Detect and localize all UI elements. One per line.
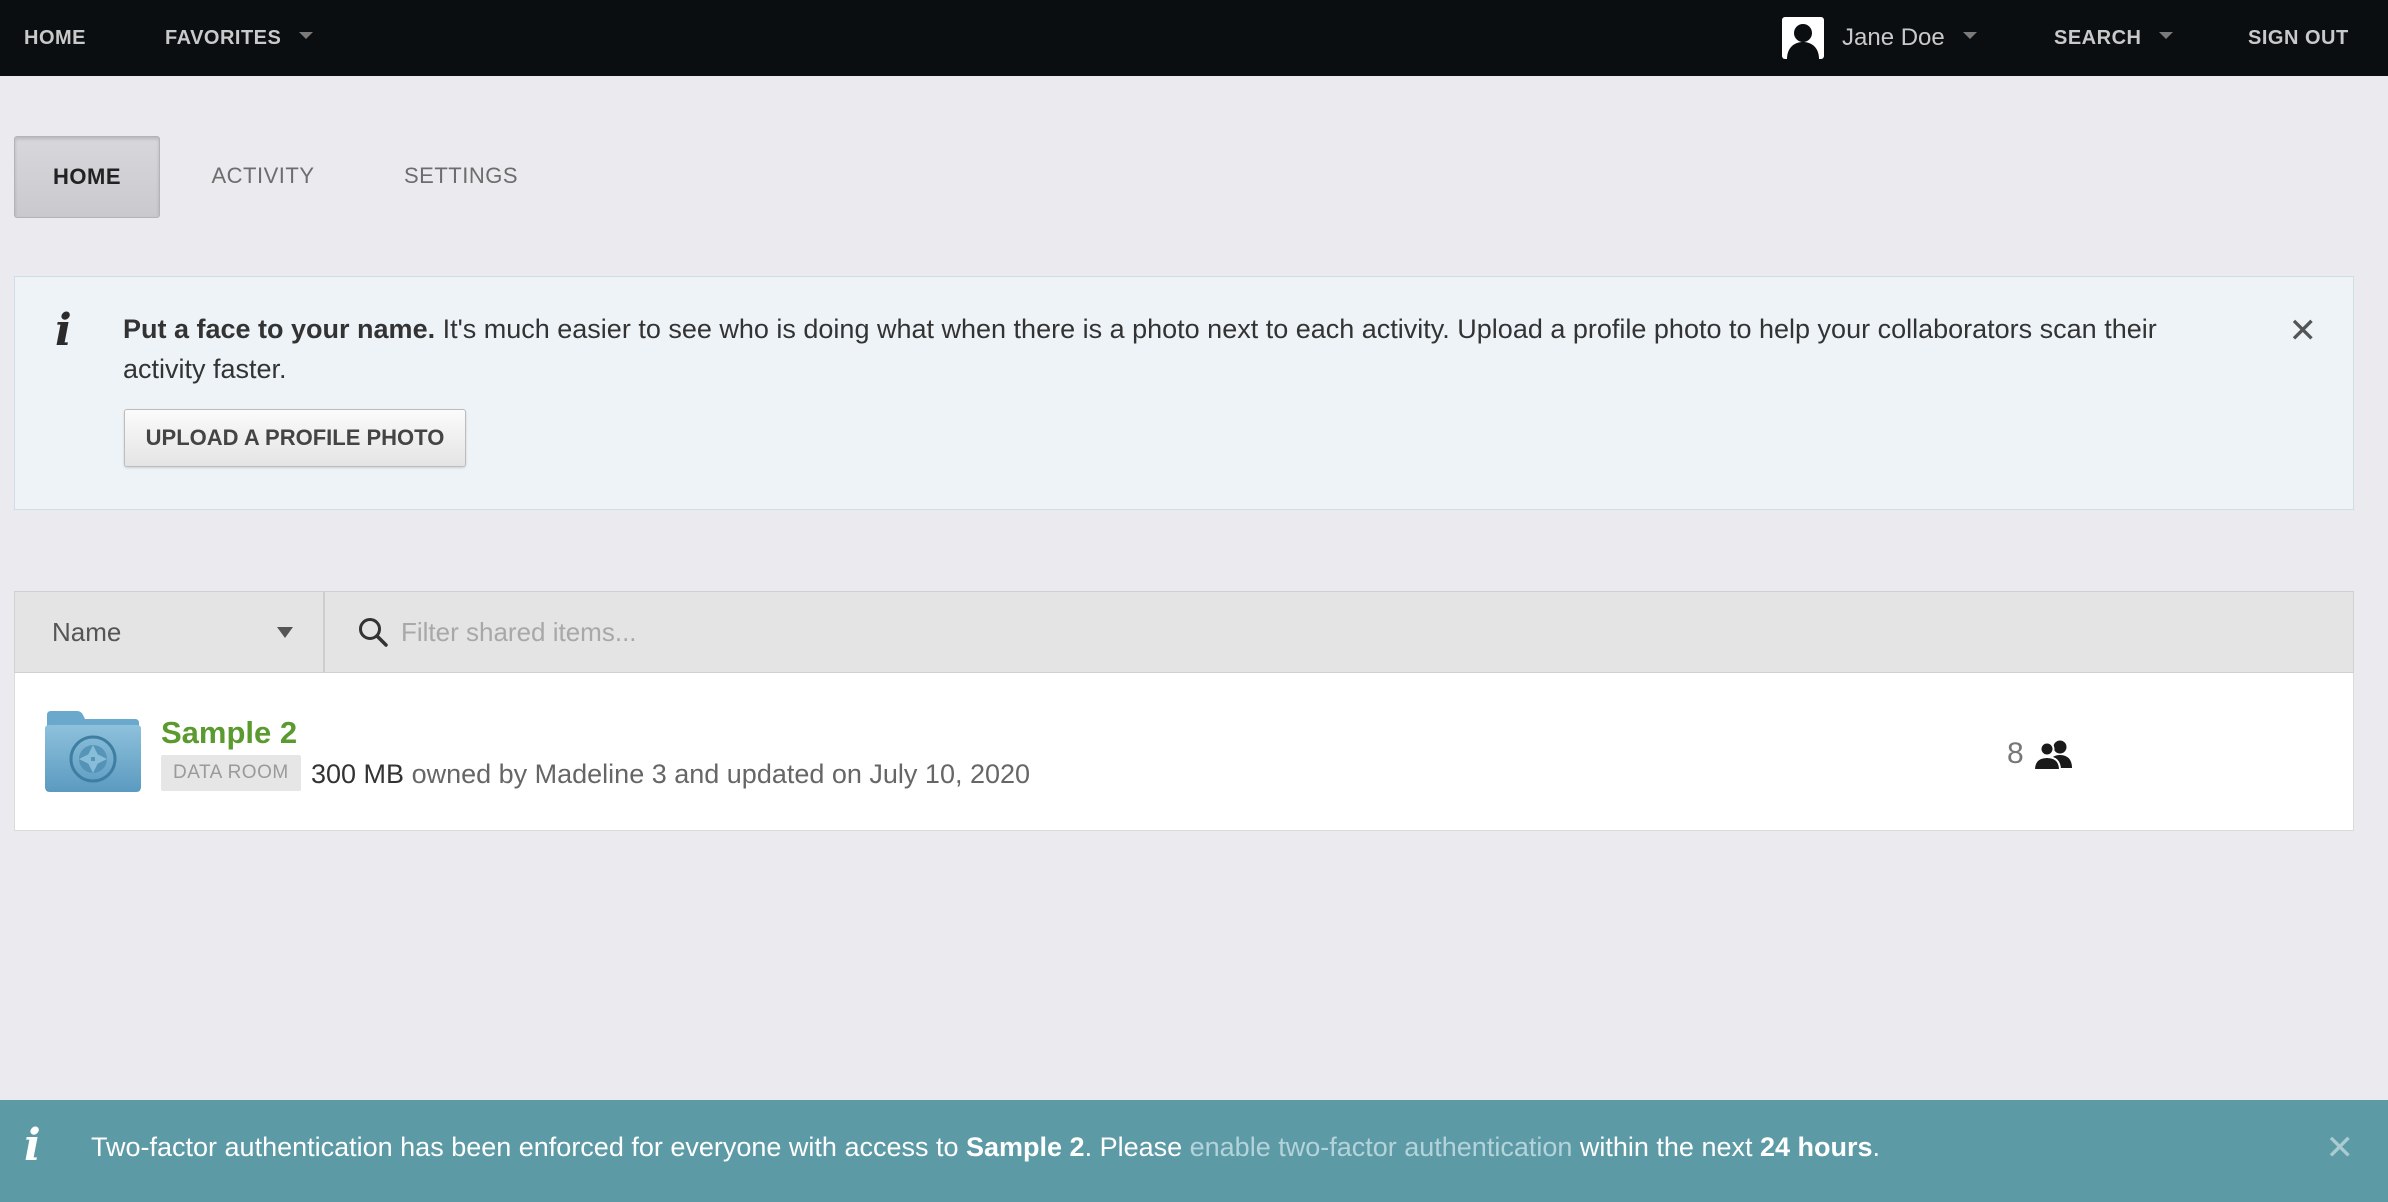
chevron-down-icon	[299, 31, 314, 39]
members-count[interactable]: 8	[2007, 737, 2076, 771]
nav-favorites-menu[interactable]: FAVORITES	[165, 0, 314, 76]
item-name-link[interactable]: Sample 2	[161, 715, 297, 751]
users-group-icon	[2032, 740, 2072, 770]
item-meta: 300 MB owned by Madeline 3 and updated o…	[311, 759, 1030, 790]
search-icon	[359, 618, 388, 647]
banner-text-4: .	[1872, 1132, 1881, 1162]
profile-photo-tip-panel: i Put a face to your name. It's much eas…	[14, 276, 2354, 510]
filter-search-input[interactable]	[399, 601, 2353, 663]
two-factor-notification-banner: i Two-factor authentication has been enf…	[0, 1100, 2388, 1202]
chevron-down-icon	[2159, 31, 2174, 39]
sort-select[interactable]: Name	[15, 592, 325, 672]
nav-home-label: HOME	[24, 26, 86, 49]
item-type-badge: DATA ROOM	[161, 755, 301, 791]
sort-select-value: Name	[52, 616, 122, 647]
banner-text-2: . Please	[1084, 1132, 1190, 1162]
nav-search-label: SEARCH	[2054, 26, 2142, 49]
item-size: 300 MB	[311, 759, 405, 789]
user-menu[interactable]: Jane Doe	[1782, 0, 1977, 76]
top-navigation-bar: HOME FAVORITES Jane Doe SEARCH SIGN OUT	[0, 0, 2388, 76]
sign-out-link[interactable]: SIGN OUT	[2248, 0, 2349, 76]
member-count: 8	[2007, 737, 2024, 770]
item-owner-updated: owned by Madeline 3 and updated on July …	[404, 759, 1031, 789]
chevron-down-icon	[1962, 31, 1977, 39]
user-silhouette-icon	[1787, 24, 1819, 59]
sign-out-label: SIGN OUT	[2248, 26, 2349, 49]
tab-home[interactable]: HOME	[14, 136, 160, 218]
enable-two-factor-link[interactable]: enable two-factor authentication	[1190, 1132, 1573, 1162]
tab-settings[interactable]: SETTINGS	[396, 136, 526, 216]
tab-home-label: HOME	[53, 164, 121, 189]
info-icon: i	[24, 1120, 41, 1171]
filter-bar: Name	[14, 591, 2354, 673]
info-icon: i	[55, 305, 72, 356]
filter-search	[327, 592, 2353, 672]
list-item[interactable]: Sample 2 DATA ROOM 300 MB owned by Madel…	[14, 673, 2354, 831]
banner-deadline: 24 hours	[1759, 1132, 1873, 1162]
tab-settings-label: SETTINGS	[403, 163, 518, 188]
data-room-folder-icon	[45, 711, 141, 792]
dropdown-arrow-icon	[277, 627, 293, 638]
banner-message: Two-factor authentication has been enfor…	[91, 1132, 1880, 1163]
nav-search-menu[interactable]: SEARCH	[2054, 0, 2174, 76]
nav-favorites-label: FAVORITES	[165, 26, 282, 49]
upload-profile-photo-button[interactable]: UPLOAD A PROFILE PHOTO	[124, 409, 466, 467]
tab-activity[interactable]: ACTIVITY	[200, 136, 326, 216]
banner-room-name: Sample 2	[966, 1132, 1085, 1162]
banner-text-1: Two-factor authentication has been enfor…	[91, 1132, 966, 1162]
user-name: Jane Doe	[1842, 24, 1945, 51]
upload-button-label: UPLOAD A PROFILE PHOTO	[145, 425, 445, 450]
tip-message: Put a face to your name. It's much easie…	[123, 309, 2233, 389]
close-icon[interactable]: ✕	[2289, 311, 2318, 351]
nav-home-link[interactable]: HOME	[24, 0, 86, 76]
avatar	[1782, 17, 1824, 59]
banner-text-3: within the next	[1572, 1132, 1760, 1162]
tab-activity-label: ACTIVITY	[211, 163, 315, 188]
close-icon[interactable]: ✕	[2326, 1128, 2355, 1168]
tip-title: Put a face to your name.	[123, 314, 436, 344]
